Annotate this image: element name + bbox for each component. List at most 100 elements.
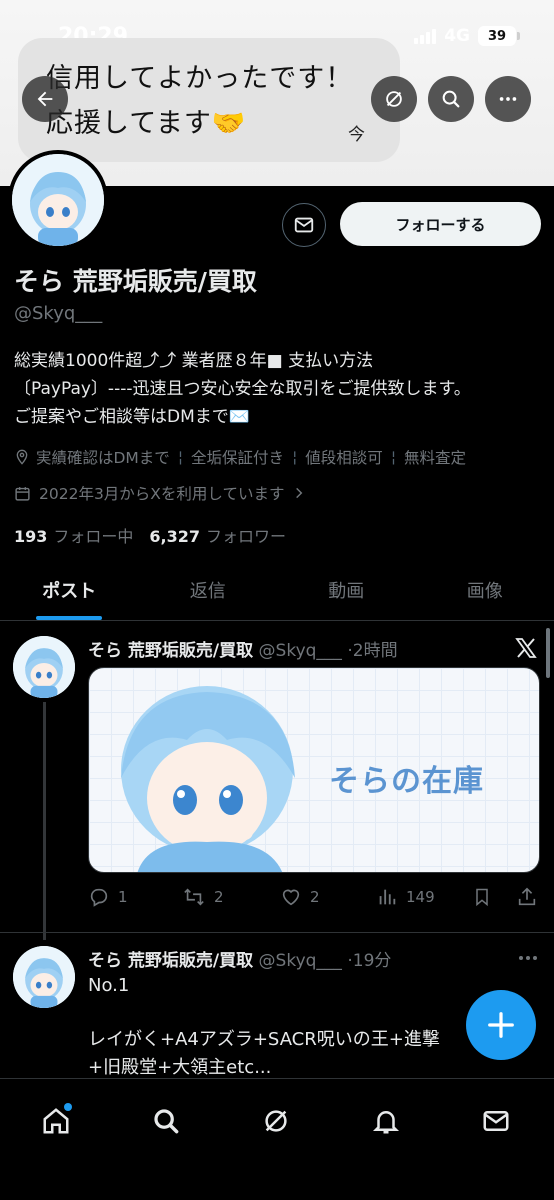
avatar-illustration	[13, 946, 75, 1008]
more-horizontal-icon[interactable]	[516, 948, 540, 968]
back-button[interactable]	[22, 76, 68, 122]
scrollbar[interactable]	[546, 628, 550, 678]
share-button[interactable]	[516, 886, 538, 908]
following-count: 193	[14, 527, 48, 546]
post-text-line-1: No.1	[88, 975, 130, 996]
post-avatar[interactable]	[13, 636, 75, 698]
meta-tag-negotiable: 値段相談可	[305, 449, 383, 467]
reply-count: 1	[118, 888, 128, 906]
heart-icon	[282, 889, 300, 906]
nav-notifications[interactable]	[364, 1099, 408, 1143]
mail-icon	[483, 1111, 509, 1131]
nav-grok[interactable]	[254, 1099, 298, 1143]
avatar-illustration	[12, 154, 104, 246]
arrow-left-icon	[37, 91, 53, 107]
mail-icon	[294, 217, 314, 233]
bio-line-1: 総実績1000件超⤴︎⤴︎ 業者歴８年■ 支払い方法	[14, 351, 374, 371]
post-avatar[interactable]	[13, 946, 75, 1008]
followers-count: 6,327	[149, 527, 201, 546]
search-button[interactable]	[428, 76, 474, 122]
joined-text: 2022年3月からXを利用しています	[39, 485, 285, 503]
chevron-right-icon	[296, 487, 303, 499]
share-icon	[518, 887, 536, 906]
grok-icon	[265, 1110, 287, 1132]
post-media-image[interactable]: そらの在庫	[88, 667, 540, 873]
nav-messages[interactable]	[474, 1099, 518, 1143]
battery-icon: 39	[478, 26, 520, 46]
tab-posts[interactable]: ポスト	[0, 560, 139, 620]
calendar-icon	[15, 486, 30, 501]
profile-tabs: ポスト 返信 動画 画像	[0, 560, 554, 620]
signal-icon	[414, 28, 437, 44]
profile-meta: 実績確認はDMまで ¦ 全垢保証付き ¦ 値段相談可 ¦ 無料査定	[14, 446, 466, 468]
profile-avatar[interactable]	[8, 150, 108, 250]
profile-name: そら 荒野垢販売/買取	[14, 267, 257, 296]
repost-count: 2	[214, 888, 224, 906]
compose-post-button[interactable]	[466, 990, 536, 1060]
meta-location: 実績確認はDMまで	[36, 449, 170, 467]
bell-icon	[372, 1111, 400, 1134]
post-header: そら 荒野垢販売/買取 @Skyq___ ·2時間	[88, 636, 398, 661]
profile-handle: @Skyq___	[14, 303, 103, 324]
post-author-name[interactable]: そら 荒野垢販売/買取	[88, 951, 253, 971]
bottom-navigation	[0, 1078, 554, 1200]
bookmark-icon	[476, 888, 488, 907]
more-button[interactable]	[485, 76, 531, 122]
reply-button[interactable]: 1	[88, 886, 128, 908]
meta-separator: ¦	[292, 448, 298, 466]
tab-replies[interactable]: 返信	[139, 560, 278, 620]
post-author-handle[interactable]: @Skyq___	[259, 641, 342, 661]
meta-separator: ¦	[390, 448, 397, 466]
meta-tag-guarantee: 全垢保証付き	[191, 449, 285, 467]
meta-tag-free-appraisal: 無料査定	[404, 449, 467, 467]
grok-button[interactable]	[371, 76, 417, 122]
followers-label: フォロワー	[206, 527, 287, 546]
x-logo-icon	[515, 638, 537, 658]
battery-level: 39	[487, 28, 507, 44]
more-horizontal-icon	[499, 97, 517, 101]
following-link[interactable]: 193 フォロー中	[14, 523, 133, 547]
like-count: 2	[310, 888, 320, 906]
joined-date[interactable]: 2022年3月からXを利用しています	[14, 482, 306, 504]
bookmark-button[interactable]	[472, 886, 492, 908]
notification-dot	[64, 1103, 72, 1111]
profile-bio: 総実績1000件超⤴︎⤴︎ 業者歴８年■ 支払い方法 〔PayPay〕----迅…	[14, 347, 544, 431]
post-actions: 1 2 2 149	[88, 886, 540, 912]
search-icon	[154, 1109, 179, 1134]
tab-media[interactable]: 画像	[416, 560, 554, 620]
repost-button[interactable]: 2	[182, 886, 224, 908]
thread-line	[43, 702, 46, 940]
status-indicators: 4G 39	[414, 26, 520, 46]
post-author-name[interactable]: そら 荒野垢販売/買取	[88, 641, 253, 661]
post-time: ·2時間	[347, 641, 398, 661]
meta-separator: ¦	[177, 448, 184, 466]
banner-line-2: 応援してます🤝	[46, 108, 247, 139]
banner-line-1: 信用してよかったです！	[46, 63, 354, 94]
analytics-icon	[379, 889, 396, 905]
tabs-divider	[0, 620, 554, 621]
location-pin-icon	[16, 449, 28, 465]
views-button[interactable]: 149	[376, 886, 435, 908]
media-title: そらの在庫	[329, 764, 484, 799]
bio-line-3: ご提案やご相談等はDMまで✉️	[14, 407, 250, 427]
plus-icon	[488, 1012, 514, 1038]
network-type: 4G	[444, 26, 470, 46]
repost-icon	[184, 888, 204, 906]
character-illustration	[121, 686, 295, 872]
grok-icon	[386, 91, 402, 107]
bio-line-2: 〔PayPay〕----迅速且つ安心安全な取引をご提供致します。	[14, 379, 471, 399]
followers-link[interactable]: 6,327 フォロワー	[149, 523, 286, 547]
like-button[interactable]: 2	[280, 886, 320, 908]
message-button[interactable]	[282, 203, 326, 247]
banner-message-text: 信用してよかったです！ 応援してます🤝	[46, 56, 353, 146]
tab-videos[interactable]: 動画	[277, 560, 416, 620]
following-label: フォロー中	[53, 527, 134, 546]
follow-button[interactable]: フォローする	[340, 202, 541, 246]
nav-home[interactable]	[34, 1099, 78, 1143]
post-divider	[0, 932, 554, 933]
nav-search[interactable]	[144, 1099, 188, 1143]
search-icon	[442, 90, 460, 108]
view-count: 149	[406, 888, 435, 906]
post-author-handle[interactable]: @Skyq___	[259, 951, 342, 971]
follow-counts: 193 フォロー中 6,327 フォロワー	[14, 523, 286, 547]
